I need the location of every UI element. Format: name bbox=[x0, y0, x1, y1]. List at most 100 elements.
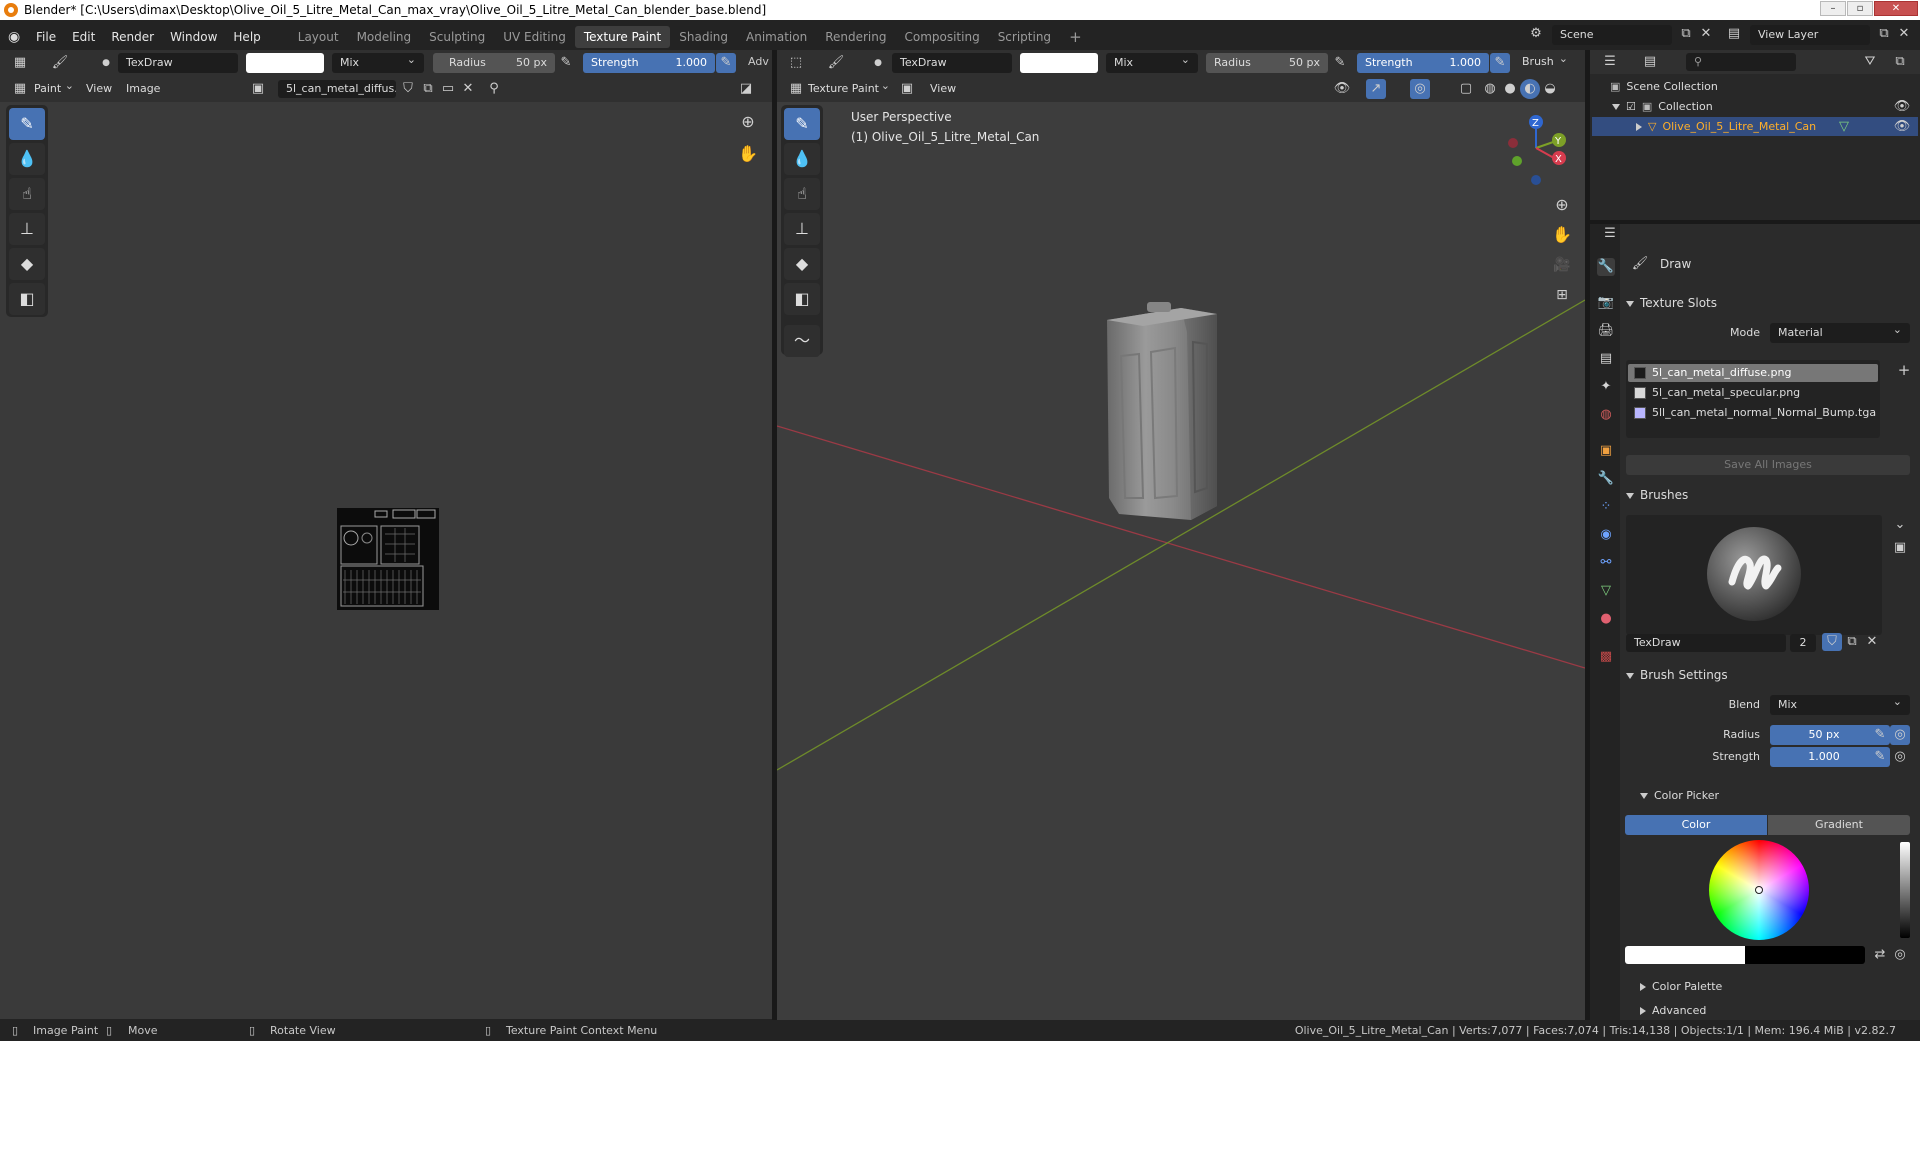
texture-slot-item[interactable]: 5l_can_metal_diffuse.png bbox=[1628, 364, 1878, 382]
properties-editor-type-icon[interactable]: ☰ bbox=[1600, 224, 1620, 244]
viewport-editor-type-icon[interactable]: ⬚ bbox=[786, 53, 806, 73]
brush-name-field[interactable]: TexDraw bbox=[118, 53, 238, 73]
camera-view-icon[interactable]: 🎥 bbox=[1552, 255, 1572, 275]
unified-color-icon[interactable]: ◎ bbox=[1890, 945, 1910, 965]
texture-slot-item[interactable]: 5ll_can_metal_normal_Normal_Bump.tga bbox=[1628, 404, 1878, 422]
tab-animation[interactable]: Animation bbox=[737, 26, 816, 48]
image-browse-icon[interactable]: ▣ bbox=[248, 79, 268, 99]
remove-view-layer-icon[interactable]: ✕ bbox=[1894, 24, 1914, 44]
new-view-layer-icon[interactable]: ⧉ bbox=[1874, 24, 1894, 44]
save-all-images-button[interactable]: Save All Images bbox=[1626, 455, 1910, 475]
tab-rendering[interactable]: Rendering bbox=[816, 26, 895, 48]
value-slider[interactable] bbox=[1900, 842, 1910, 938]
new-image-icon[interactable]: ⧉ bbox=[418, 79, 438, 99]
solid-shading-icon[interactable]: ● bbox=[1500, 79, 1520, 99]
soften-tool-icon[interactable]: 💧 bbox=[9, 143, 45, 175]
menu-window[interactable]: Window bbox=[162, 30, 225, 44]
viewport-brush-icon[interactable]: 🖌 bbox=[826, 53, 846, 73]
maximize-icon[interactable]: ▫ bbox=[1847, 1, 1873, 16]
tab-world-icon[interactable]: ◍ bbox=[1597, 406, 1615, 424]
viewport-blend-dropdown[interactable]: Mix bbox=[1106, 53, 1198, 73]
tab-shading[interactable]: Shading bbox=[670, 26, 737, 48]
tab-view-layer-icon[interactable]: ▤ bbox=[1597, 350, 1615, 368]
strength-pressure-icon[interactable]: ✎ bbox=[716, 53, 736, 73]
menu-view[interactable]: View bbox=[86, 82, 112, 95]
unlink-image-icon[interactable]: ✕ bbox=[458, 79, 478, 99]
brush-menu[interactable]: Brush bbox=[1522, 55, 1568, 68]
viewport-mask-tool-icon[interactable]: ◧ bbox=[784, 283, 820, 315]
radius-field[interactable]: Radius 50 px bbox=[433, 53, 555, 73]
tab-render-icon[interactable]: 📷 bbox=[1597, 294, 1615, 312]
menu-edit[interactable]: Edit bbox=[64, 30, 103, 44]
collection-visibility-icon[interactable]: 👁 bbox=[1892, 97, 1912, 117]
clone-tool-icon[interactable]: ⊥ bbox=[9, 213, 45, 245]
remove-scene-icon[interactable]: ✕ bbox=[1696, 24, 1716, 44]
outliner-editor-type-icon[interactable]: ☰ bbox=[1600, 52, 1620, 72]
brush-datablock-name[interactable]: TexDraw bbox=[1626, 634, 1786, 652]
strength-unified-icon[interactable]: ◎ bbox=[1890, 747, 1910, 767]
primary-secondary-colors[interactable] bbox=[1625, 946, 1865, 964]
fake-user-icon[interactable]: ⛉ bbox=[398, 79, 418, 99]
new-collection-icon[interactable]: ⧉ bbox=[1890, 52, 1910, 72]
tab-texture-icon[interactable]: ▩ bbox=[1597, 648, 1615, 666]
3d-viewport[interactable] bbox=[777, 50, 1585, 1020]
color-palette-panel-header[interactable]: Color Palette bbox=[1640, 980, 1722, 993]
collection-checkbox-icon[interactable]: ☑ bbox=[1626, 100, 1636, 113]
outliner-search-input[interactable]: ⚲ bbox=[1686, 53, 1796, 71]
menu-file[interactable]: File bbox=[28, 30, 64, 44]
texture-image-preview[interactable] bbox=[337, 508, 439, 610]
close-icon[interactable]: ✕ bbox=[1874, 1, 1918, 16]
brush-icon[interactable]: 🖌 bbox=[50, 53, 70, 73]
viewport-strength-field[interactable]: Strength 1.000 bbox=[1357, 53, 1489, 73]
pan-hand-icon[interactable]: ✋ bbox=[738, 144, 758, 164]
blender-menu-icon[interactable]: ◉ bbox=[8, 29, 28, 45]
strength-pressure-toggle-icon[interactable]: ✎ bbox=[1870, 747, 1890, 767]
tab-compositing[interactable]: Compositing bbox=[895, 26, 988, 48]
color-tab[interactable]: Color bbox=[1625, 815, 1767, 835]
radius-pressure-icon[interactable]: ✎ bbox=[1870, 725, 1890, 745]
texture-slot-mode-dropdown[interactable]: Material bbox=[1770, 323, 1910, 343]
viewport-fill-tool-icon[interactable]: ◆ bbox=[784, 248, 820, 280]
viewport-smear-tool-icon[interactable]: ☝ bbox=[784, 178, 820, 210]
pressure-icon[interactable]: ✎ bbox=[556, 53, 576, 73]
texture-slot-item[interactable]: 5l_can_metal_specular.png bbox=[1628, 384, 1878, 402]
tab-tool-icon[interactable]: 🔧 bbox=[1597, 258, 1615, 276]
tab-texture-paint[interactable]: Texture Paint bbox=[574, 26, 671, 48]
color-cursor[interactable] bbox=[1755, 886, 1763, 894]
fill-tool-icon[interactable]: ◆ bbox=[9, 248, 45, 280]
annotate-tool-icon[interactable]: 〜 bbox=[784, 325, 820, 357]
color-wheel[interactable] bbox=[1709, 840, 1809, 940]
brushes-panel-header[interactable]: Brushes bbox=[1626, 488, 1688, 502]
tab-modifiers-icon[interactable]: 🔧 bbox=[1597, 470, 1615, 488]
viewport-zoom-icon[interactable]: ⊕ bbox=[1552, 195, 1572, 215]
tab-object-icon[interactable]: ▣ bbox=[1597, 442, 1615, 460]
overlay-toggle-icon[interactable]: ◎ bbox=[1410, 79, 1430, 99]
brush-radius-field[interactable]: 50 px bbox=[1770, 725, 1878, 745]
brush-settings-panel-header[interactable]: Brush Settings bbox=[1626, 668, 1728, 682]
add-texture-slot-icon[interactable]: + bbox=[1894, 360, 1914, 380]
viewport-pan-icon[interactable]: ✋ bbox=[1552, 225, 1572, 245]
draw-tool-icon[interactable]: ✎ bbox=[9, 108, 45, 140]
mode-dropdown[interactable]: Paint bbox=[34, 82, 74, 95]
menu-help[interactable]: Help bbox=[225, 30, 268, 44]
viewport-radius-field[interactable]: Radius 50 px bbox=[1206, 53, 1328, 73]
tab-scene-icon[interactable]: ✦ bbox=[1597, 378, 1615, 396]
brush-fake-user-icon[interactable]: ⛉ bbox=[1822, 633, 1842, 651]
olive-oil-can-object[interactable] bbox=[1099, 302, 1239, 582]
outliner-collection-row[interactable]: ☑ ▣ Collection bbox=[1612, 100, 1713, 113]
object-visibility-icon[interactable]: 👁 bbox=[1892, 117, 1912, 137]
menu-image[interactable]: Image bbox=[126, 82, 160, 95]
view-layer-selector[interactable]: View Layer bbox=[1750, 25, 1870, 45]
display-channels-icon[interactable]: ◪ bbox=[736, 79, 756, 99]
mask-tool-icon[interactable]: ◧ bbox=[9, 283, 45, 315]
zoom-icon[interactable]: ⊕ bbox=[738, 112, 758, 132]
brush-strength-field[interactable]: 1.000 bbox=[1770, 747, 1878, 767]
tab-layout[interactable]: Layout bbox=[289, 26, 348, 48]
texture-slots-panel-header[interactable]: Texture Slots bbox=[1626, 296, 1717, 310]
menu-render[interactable]: Render bbox=[103, 30, 162, 44]
scene-selector[interactable]: Scene bbox=[1552, 25, 1672, 45]
image-name-field[interactable]: 5l_can_metal_diffus... bbox=[278, 80, 396, 98]
visibility-icon[interactable]: 👁 bbox=[1332, 79, 1352, 99]
material-shading-icon[interactable]: ◐ bbox=[1520, 79, 1540, 99]
strength-field[interactable]: Strength 1.000 bbox=[583, 53, 715, 73]
